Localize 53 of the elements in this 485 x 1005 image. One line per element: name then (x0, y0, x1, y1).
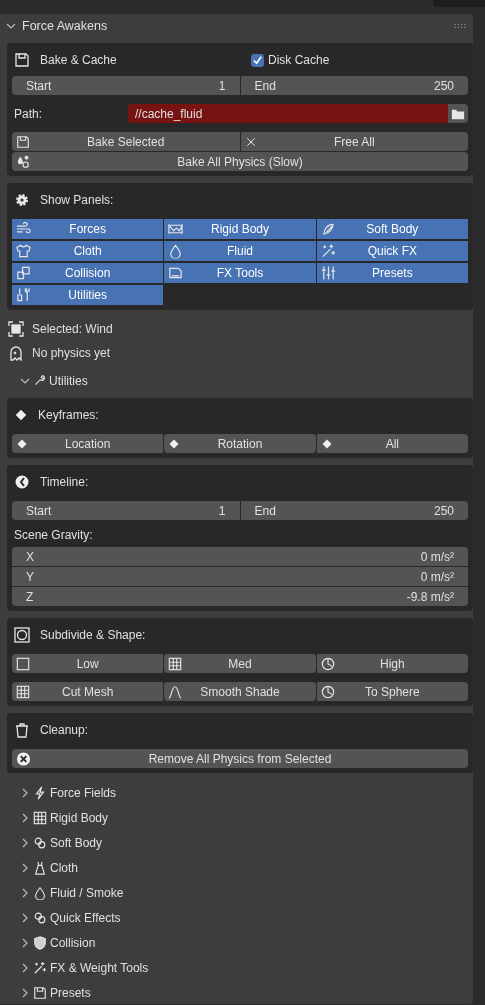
mesh-button[interactable]: To Sphere (316, 682, 468, 701)
gravity-field[interactable]: Y 0 m/s² (12, 567, 468, 586)
panel-title: Force Awakens (22, 19, 108, 33)
subpanel-title[interactable]: Quick Effects (50, 910, 121, 925)
keyframe-button[interactable]: Location (12, 434, 164, 453)
subpanel-title[interactable]: Rigid Body (50, 810, 109, 825)
checkbox-label[interactable]: Disk Cache (268, 53, 330, 67)
panel-toggle[interactable]: Quick FX (316, 241, 468, 261)
mesh-button[interactable]: Med (164, 654, 316, 673)
panel-toggle[interactable]: Presets (316, 263, 468, 283)
section-title: Keyframes: (38, 408, 99, 422)
panel-toggle[interactable]: FX Tools (164, 263, 316, 283)
subpanel-title[interactable]: Collision (50, 935, 96, 950)
section-title: Cleanup: (40, 723, 89, 737)
panel-toggle[interactable]: Forces (12, 219, 164, 239)
mesh-button[interactable]: Low (12, 654, 164, 673)
subpanel-title[interactable]: Presets (50, 985, 91, 1000)
gravity-field[interactable]: X 0 m/s² (12, 547, 468, 566)
panel-toggle[interactable]: Collision (12, 263, 164, 283)
section-title: Bake & Cache (40, 53, 117, 67)
bake-selected-button[interactable]: Bake Selected (12, 132, 240, 151)
subpanel-title[interactable]: Force Fields (50, 785, 117, 800)
panel-toggle[interactable]: Utilities (12, 285, 164, 305)
mesh-button[interactable]: Smooth Shade (164, 682, 316, 701)
path-field[interactable]: //cache_fluid (128, 104, 448, 123)
bake-all-button[interactable]: Bake All Physics (Slow) (12, 152, 468, 171)
section-title: Timeline: (40, 475, 89, 489)
gravity-field[interactable]: Z -9.8 m/s² (12, 587, 468, 606)
panel-toggle[interactable]: Soft Body (316, 219, 468, 239)
mesh-button[interactable]: High (316, 654, 468, 673)
panel-toggle[interactable]: Rigid Body (164, 219, 316, 239)
free-all-button[interactable]: Free All (240, 132, 468, 151)
panel-toggle[interactable]: Fluid (164, 241, 316, 261)
number-field[interactable]: Start 1 (12, 76, 240, 95)
remove-physics-button[interactable]: Remove All Physics from Selected (12, 749, 468, 768)
mesh-button[interactable]: Cut Mesh (12, 682, 164, 701)
panel-toggle[interactable]: Cloth (12, 241, 164, 261)
subpanel-title[interactable]: FX & Weight Tools (50, 960, 149, 975)
selected-object-label: Selected: Wind (32, 322, 113, 336)
status-text: No physics yet (32, 346, 111, 360)
path-label: Path: (13, 106, 44, 121)
number-field[interactable]: End 250 (240, 501, 468, 520)
subpanel-title[interactable]: Utilities (49, 373, 88, 388)
subpanel-title[interactable]: Cloth (50, 860, 78, 875)
number-field[interactable]: End 250 (240, 76, 468, 95)
gravity-label: Scene Gravity: (14, 528, 94, 542)
number-field[interactable]: Start 1 (12, 501, 240, 520)
section-title: Show Panels: (40, 193, 114, 207)
subpanel-title[interactable]: Soft Body (50, 835, 103, 850)
subpanel-title[interactable]: Fluid / Smoke (50, 885, 124, 900)
keyframe-button[interactable]: Rotation (164, 434, 316, 453)
section-title: Subdivide & Shape: (40, 628, 146, 642)
keyframe-button[interactable]: All (316, 434, 468, 453)
